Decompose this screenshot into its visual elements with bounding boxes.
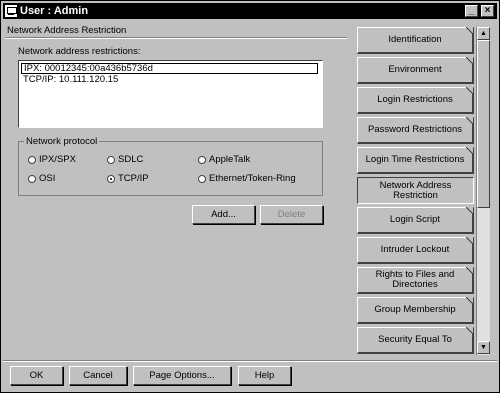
tab-rights-to-files-and-directories[interactable]: Rights to Files and Directories [357, 267, 474, 294]
divider [5, 37, 347, 39]
radio-appletalk[interactable]: AppleTalk [198, 154, 250, 165]
radio-tcp-ip[interactable]: TCP/IP [107, 173, 149, 184]
radio-ipx-spx[interactable]: IPX/SPX [28, 154, 76, 165]
restrictions-listbox[interactable]: IPX: 00012345:00a436b5736d TCP/IP: 10.11… [18, 60, 323, 128]
arrow-up-icon: ▲ [480, 30, 487, 37]
cancel-button[interactable]: Cancel [69, 366, 127, 385]
help-button[interactable]: Help [238, 366, 291, 385]
delete-button[interactable]: Delete [260, 205, 323, 224]
tabs-scrollbar[interactable]: ▲ ▼ [476, 27, 490, 355]
tab-intruder-lockout[interactable]: Intruder Lockout [357, 237, 474, 264]
footer-divider [3, 360, 497, 362]
restrictions-list-label: Network address restrictions: [18, 46, 141, 57]
window-title: User : Admin [20, 5, 89, 17]
title-bar[interactable]: User : Admin _ × [3, 3, 497, 19]
tab-login-script[interactable]: Login Script [357, 207, 474, 234]
page-title: Network Address Restriction [7, 25, 127, 36]
radio-sdlc[interactable]: SDLC [107, 154, 143, 165]
list-item[interactable]: IPX: 00012345:00a436b5736d [21, 63, 318, 74]
close-icon: × [484, 5, 491, 16]
radio-ethernet-token-ring[interactable]: Ethernet/Token-Ring [198, 173, 296, 184]
network-protocol-group [18, 141, 323, 196]
tab-login-restrictions[interactable]: Login Restrictions [357, 87, 474, 114]
page-options-button[interactable]: Page Options... [133, 366, 231, 385]
minimize-button[interactable]: _ [465, 5, 478, 17]
list-item[interactable]: TCP/IP: 10.111.120.15 [21, 74, 118, 85]
close-button[interactable]: × [481, 5, 494, 17]
dialog-window: User : Admin _ × Network Address Restric… [0, 0, 500, 393]
tab-environment[interactable]: Environment [357, 57, 474, 84]
scroll-thumb[interactable] [477, 40, 490, 208]
add-button[interactable]: Add... [192, 205, 255, 224]
radio-circle [28, 155, 36, 164]
scroll-up-button[interactable]: ▲ [477, 27, 490, 40]
tab-identification[interactable]: Identification [357, 27, 474, 54]
tab-login-time-restrictions[interactable]: Login Time Restrictions [357, 147, 474, 174]
radio-circle [107, 155, 115, 164]
radio-circle [198, 174, 206, 183]
app-icon [5, 5, 17, 17]
tab-group-membership[interactable]: Group Membership [357, 297, 474, 324]
radio-osi[interactable]: OSI [28, 173, 55, 184]
radio-circle [198, 155, 206, 164]
scroll-down-button[interactable]: ▼ [477, 341, 490, 354]
tab-password-restrictions[interactable]: Password Restrictions [357, 117, 474, 144]
arrow-down-icon: ▼ [480, 344, 487, 351]
page-tabs-panel: Identification Environment Login Restric… [355, 25, 492, 356]
network-protocol-label: Network protocol [24, 136, 100, 147]
minimize-icon: _ [468, 5, 475, 16]
tab-security-equal-to[interactable]: Security Equal To [357, 327, 474, 354]
tab-network-address-restriction[interactable]: Network Address Restriction [357, 177, 474, 204]
radio-circle [107, 174, 115, 183]
radio-circle [28, 174, 36, 183]
ok-button[interactable]: OK [10, 366, 63, 385]
